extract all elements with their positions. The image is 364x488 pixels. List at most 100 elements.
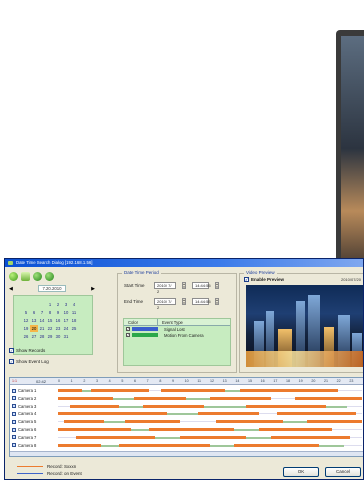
event-record-segment[interactable]	[246, 436, 271, 439]
prev-month-icon[interactable]: ◀	[9, 286, 13, 292]
event-checkbox[interactable]: ✓	[126, 333, 130, 337]
end-time-spinner[interactable]: ▴ ▾	[215, 298, 219, 305]
show-event-log-checkbox[interactable]: ✓	[9, 359, 14, 364]
camera-checkbox[interactable]	[12, 396, 16, 401]
schedule-record-segment[interactable]	[134, 396, 186, 400]
calendar-day[interactable]: 10	[62, 309, 70, 316]
schedule-record-segment[interactable]	[197, 412, 259, 416]
event-record-segment[interactable]	[100, 444, 119, 447]
event-record-segment[interactable]	[155, 436, 180, 439]
calendar-day[interactable]: 13	[30, 317, 38, 324]
show-event-log-option[interactable]: ✓ Show Event Log	[9, 356, 49, 367]
event-record-segment[interactable]	[282, 421, 308, 424]
schedule-record-segment[interactable]	[258, 428, 332, 431]
event-checkbox[interactable]: ✓	[126, 327, 130, 331]
camera-lane[interactable]	[58, 426, 362, 433]
event-record-segment[interactable]	[130, 429, 150, 431]
refresh-icon[interactable]	[9, 272, 18, 281]
calendar-day[interactable]: 9	[54, 309, 62, 316]
schedule-record-segment[interactable]	[307, 420, 362, 424]
calendar-day[interactable]: 16	[54, 317, 62, 324]
schedule-record-segment[interactable]	[210, 396, 271, 400]
calendar-day[interactable]: 30	[54, 333, 62, 340]
camera-label[interactable]: Camera 2	[12, 395, 56, 402]
event-record-segment[interactable]	[225, 390, 241, 392]
calendar-day[interactable]: 26	[22, 333, 30, 340]
calendar-day[interactable]: 19	[22, 325, 30, 332]
schedule-record-segment[interactable]	[58, 389, 83, 392]
schedule-record-segment[interactable]	[58, 428, 131, 431]
camera-lane[interactable]	[58, 434, 362, 441]
schedule-record-segment[interactable]	[118, 443, 210, 447]
start-time-spinner[interactable]: ▴ ▾	[215, 282, 219, 289]
camera-checkbox[interactable]	[12, 388, 16, 393]
schedule-record-segment[interactable]	[276, 412, 356, 416]
start-date-spinner[interactable]: ▴ ▾	[182, 282, 186, 289]
enable-preview-option[interactable]: ✓ Enable Preview	[244, 277, 284, 282]
camera-lane[interactable]	[58, 387, 362, 394]
calendar-day[interactable]: 23	[54, 325, 62, 332]
camera-checkbox[interactable]	[12, 443, 16, 448]
calendar-day[interactable]: 4	[70, 301, 78, 308]
calendar-day[interactable]: 25	[70, 325, 78, 332]
event-row[interactable]: ✓ Motion From Camera	[124, 332, 230, 338]
schedule-record-segment[interactable]	[58, 396, 113, 400]
record-icon[interactable]	[45, 272, 54, 281]
schedule-record-segment[interactable]	[295, 396, 362, 400]
end-date-field[interactable]: 2010/ 7/ 2	[154, 298, 176, 310]
schedule-record-segment[interactable]	[64, 420, 104, 424]
camera-checkbox[interactable]	[12, 411, 16, 416]
camera-label[interactable]: Camera 8	[12, 442, 56, 449]
event-record-segment[interactable]	[167, 413, 198, 416]
schedule-record-segment[interactable]	[70, 404, 119, 408]
cancel-button[interactable]: Cancel	[325, 467, 361, 477]
event-record-segment[interactable]	[112, 397, 134, 400]
schedule-record-segment[interactable]	[58, 443, 101, 447]
schedule-record-segment[interactable]	[270, 435, 350, 439]
schedule-record-segment[interactable]	[246, 404, 326, 408]
schedule-record-segment[interactable]	[216, 420, 283, 424]
calendar-icon[interactable]	[21, 272, 30, 281]
camera-lane[interactable]	[58, 395, 362, 402]
schedule-record-segment[interactable]	[124, 420, 180, 424]
play-icon[interactable]	[33, 272, 42, 281]
ok-button[interactable]: OK	[283, 467, 319, 477]
calendar-day[interactable]: 17	[62, 317, 70, 324]
camera-lane[interactable]	[58, 418, 362, 425]
schedule-record-segment[interactable]	[240, 389, 338, 392]
next-month-icon[interactable]: ▶	[91, 286, 95, 292]
calendar-day[interactable]: 22	[46, 325, 54, 332]
month-label[interactable]: 7.20.2010	[38, 285, 66, 292]
schedule-record-segment[interactable]	[58, 412, 168, 416]
camera-label[interactable]: Camera 3	[12, 403, 56, 410]
event-record-segment[interactable]	[325, 405, 347, 408]
event-record-segment[interactable]	[185, 397, 210, 400]
camera-checkbox[interactable]	[12, 419, 16, 424]
schedule-record-segment[interactable]	[91, 389, 150, 392]
event-record-segment[interactable]	[118, 405, 144, 408]
calendar-day[interactable]: 6	[30, 309, 38, 316]
event-record-segment[interactable]	[203, 405, 247, 408]
schedule-record-segment[interactable]	[143, 404, 204, 408]
calendar-day[interactable]: 5	[22, 309, 30, 316]
calendar-day[interactable]: 11	[70, 309, 78, 316]
schedule-record-segment[interactable]	[234, 443, 320, 447]
event-record-segment[interactable]	[234, 429, 259, 431]
calendar-day[interactable]: 31	[62, 333, 70, 340]
calendar-day[interactable]: 27	[30, 333, 38, 340]
start-time-field[interactable]: 14:44:55	[192, 282, 211, 289]
camera-label[interactable]: Camera 5	[12, 418, 56, 425]
calendar-day[interactable]: 1	[46, 301, 54, 308]
start-date-field[interactable]: 2010/ 7/ 2	[154, 282, 176, 294]
end-time-field[interactable]: 14:44:55	[192, 298, 211, 305]
calendar-day[interactable]: 15	[46, 317, 54, 324]
event-record-segment[interactable]	[210, 444, 235, 447]
calendar-day[interactable]: 21	[38, 325, 46, 332]
schedule-record-segment[interactable]	[149, 428, 235, 431]
calendar-day[interactable]: 7	[38, 309, 46, 316]
enable-preview-checkbox[interactable]: ✓	[244, 277, 249, 282]
camera-lane[interactable]	[58, 442, 362, 449]
camera-lane[interactable]	[58, 403, 362, 410]
timeline-scrollbar[interactable]	[10, 451, 363, 456]
calendar-day[interactable]: 8	[46, 309, 54, 316]
